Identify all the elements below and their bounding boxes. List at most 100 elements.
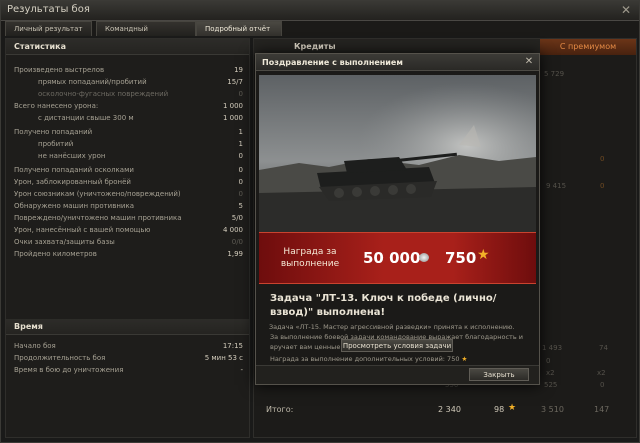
premium-credits-value: 0 <box>546 357 551 365</box>
stat-row: пробитий 1 <box>6 139 249 149</box>
tab-detailed-report[interactable]: Подробный отчёт <box>196 21 282 36</box>
stat-label: Всего нанесено урона: <box>14 102 99 110</box>
stat-row: Повреждено/уничтожено машин противника 5… <box>6 213 249 223</box>
stat-label: прямых попаданий/пробитий <box>38 78 147 86</box>
stat-row: Урон, нанесённый с вашей помощью 4 000 <box>6 225 249 235</box>
stat-value: 1,99 <box>227 250 243 258</box>
premium-xp-value: x2 <box>597 369 606 377</box>
xp-star-icon: ★ <box>508 403 517 413</box>
stat-label: Получено попаданий осколками <box>14 166 134 174</box>
bonus-conditions-label: Награда за выполнение дополнительных усл… <box>270 355 460 363</box>
premium-credits-value: 9 415 <box>546 182 567 190</box>
tab-team-result[interactable]: Командный результат <box>96 21 196 48</box>
stat-label: осколочно-фугасных повреждений <box>38 90 169 98</box>
stat-value: 0 <box>238 190 243 198</box>
premium-column-header: С премиумом <box>540 39 636 55</box>
stat-label: Урон союзникам (уничтожено/повреждений) <box>14 190 181 198</box>
total-label: Итого: <box>266 405 294 414</box>
reward-label: Награда за выполнение <box>280 247 340 269</box>
premium-xp-value: 0 <box>600 381 605 389</box>
stat-label: Время в бою до уничтожения <box>14 366 124 374</box>
stat-label: Обнаружено машин противника <box>14 202 135 210</box>
stat-row: осколочно-фугасных повреждений 0 <box>6 89 249 99</box>
stat-row: прямых попаданий/пробитий 15/7 <box>6 77 249 87</box>
stat-row: Обнаружено машин противника 5 <box>6 201 249 211</box>
stat-value: 5 мин 53 с <box>204 354 243 362</box>
statistics-header: Статистика <box>6 39 249 55</box>
stat-label: Урон, заблокированный бронёй <box>14 178 131 186</box>
stat-value: 0 <box>238 178 243 186</box>
stat-label: не нанёсших урон <box>38 152 106 160</box>
stat-row: Очки захвата/защиты базы 0/0 <box>6 237 249 247</box>
xp-star-icon: ★ <box>477 247 490 263</box>
stat-value: 0 <box>238 90 243 98</box>
quest-complete-dialog: Поздравление с выполнением ✕ Награда за … <box>255 53 540 385</box>
stat-value: 1 <box>238 140 243 148</box>
stat-value: 4 000 <box>222 226 243 234</box>
stat-value: 0/0 <box>231 238 243 246</box>
stat-value: 5 <box>238 202 243 210</box>
statistics-panel: Статистика Произведено выстрелов 19 прям… <box>5 38 250 438</box>
stat-value: - <box>240 366 243 374</box>
stat-row: Урон, заблокированный бронёй 0 <box>6 177 249 187</box>
stat-row: Получено попаданий 1 <box>6 127 249 137</box>
stat-row: Урон союзникам (уничтожено/повреждений) … <box>6 189 249 199</box>
credits-coin-icon <box>419 253 429 262</box>
stat-label: Пройдено километров <box>14 250 97 258</box>
next-task-text: Задача «ЛТ-15. Мастер агрессивной развед… <box>269 323 515 331</box>
stat-label: пробитий <box>38 140 74 148</box>
stat-label: Начало боя <box>14 342 56 350</box>
stat-row: Начало боя 17:15 <box>6 341 249 351</box>
stat-label: с дистанции свыше 300 м <box>38 114 134 122</box>
bonus-conditions-text: Награда за выполнение дополнительных усл… <box>270 354 535 364</box>
task-complete-title: Задача "ЛТ-13. Ключ к победе (лично/взво… <box>270 293 497 318</box>
total-premium-xp: 147 <box>594 405 610 414</box>
stat-row: Произведено выстрелов 19 <box>6 65 249 75</box>
stat-label: Урон, нанесённый с вашей помощью <box>14 226 151 234</box>
stat-label: Продолжительность боя <box>14 354 106 362</box>
stat-row: Получено попаданий осколками 0 <box>6 165 249 175</box>
premium-credits-value: 1 493 <box>542 344 563 352</box>
xp-star-icon: ★ <box>461 355 468 363</box>
stat-row: Всего нанесено урона: 1 000 <box>6 101 249 111</box>
premium-credits-value: 525 <box>544 381 558 389</box>
window-title: Результаты боя <box>7 4 90 15</box>
stat-value: 15/7 <box>227 78 243 86</box>
title-bar: Результаты боя ✕ <box>1 1 639 21</box>
stat-value: 1 000 <box>222 114 243 122</box>
total-premium-credits: 3 510 <box>541 405 564 414</box>
time-header: Время <box>6 319 249 335</box>
tab-bar: Личный результат Командный результат Под… <box>1 21 639 48</box>
close-dialog-button[interactable]: Закрыть <box>469 368 529 381</box>
premium-credits-value: 5 729 <box>544 70 565 78</box>
total-credits: 2 340 <box>438 405 461 414</box>
stat-label: Повреждено/уничтожено машин противника <box>14 214 182 222</box>
premium-xp-value: 0 <box>600 182 605 190</box>
stat-label: Очки захвата/защиты базы <box>14 238 115 246</box>
total-xp: 98 <box>494 405 505 414</box>
tab-personal-result[interactable]: Личный результат <box>5 21 92 36</box>
premium-xp-value: 74 <box>599 344 608 352</box>
stat-row: не нанёсших урон 0 <box>6 151 249 161</box>
premium-xp-value: 0 <box>600 155 605 163</box>
premium-credits-value: x2 <box>546 369 555 377</box>
view-task-conditions-button[interactable]: Просмотреть условия задачи <box>341 339 453 352</box>
reward-credits: 50 000 <box>363 249 421 267</box>
reward-banner: Награда за выполнение 50 000 750 ★ <box>259 232 536 284</box>
credits-header: Кредиты <box>294 42 336 51</box>
stat-label: Произведено выстрелов <box>14 66 105 74</box>
stat-row: Продолжительность боя 5 мин 53 с <box>6 353 249 363</box>
stat-row: Пройдено километров 1,99 <box>6 249 249 259</box>
dialog-close-icon[interactable]: ✕ <box>523 56 535 68</box>
stat-value: 1 000 <box>222 102 243 110</box>
stat-row: Время в бою до уничтожения - <box>6 365 249 375</box>
stat-label: Получено попаданий <box>14 128 93 136</box>
stat-value: 5/0 <box>231 214 243 222</box>
stat-value: 17:15 <box>222 342 243 350</box>
stat-value: 1 <box>238 128 243 136</box>
window-close-icon[interactable]: ✕ <box>619 3 633 17</box>
battle-results-window: Результаты боя ✕ Личный результат Команд… <box>0 0 640 443</box>
stat-value: 19 <box>234 66 243 74</box>
stat-row: с дистанции свыше 300 м 1 000 <box>6 113 249 123</box>
stat-value: 0 <box>238 152 243 160</box>
